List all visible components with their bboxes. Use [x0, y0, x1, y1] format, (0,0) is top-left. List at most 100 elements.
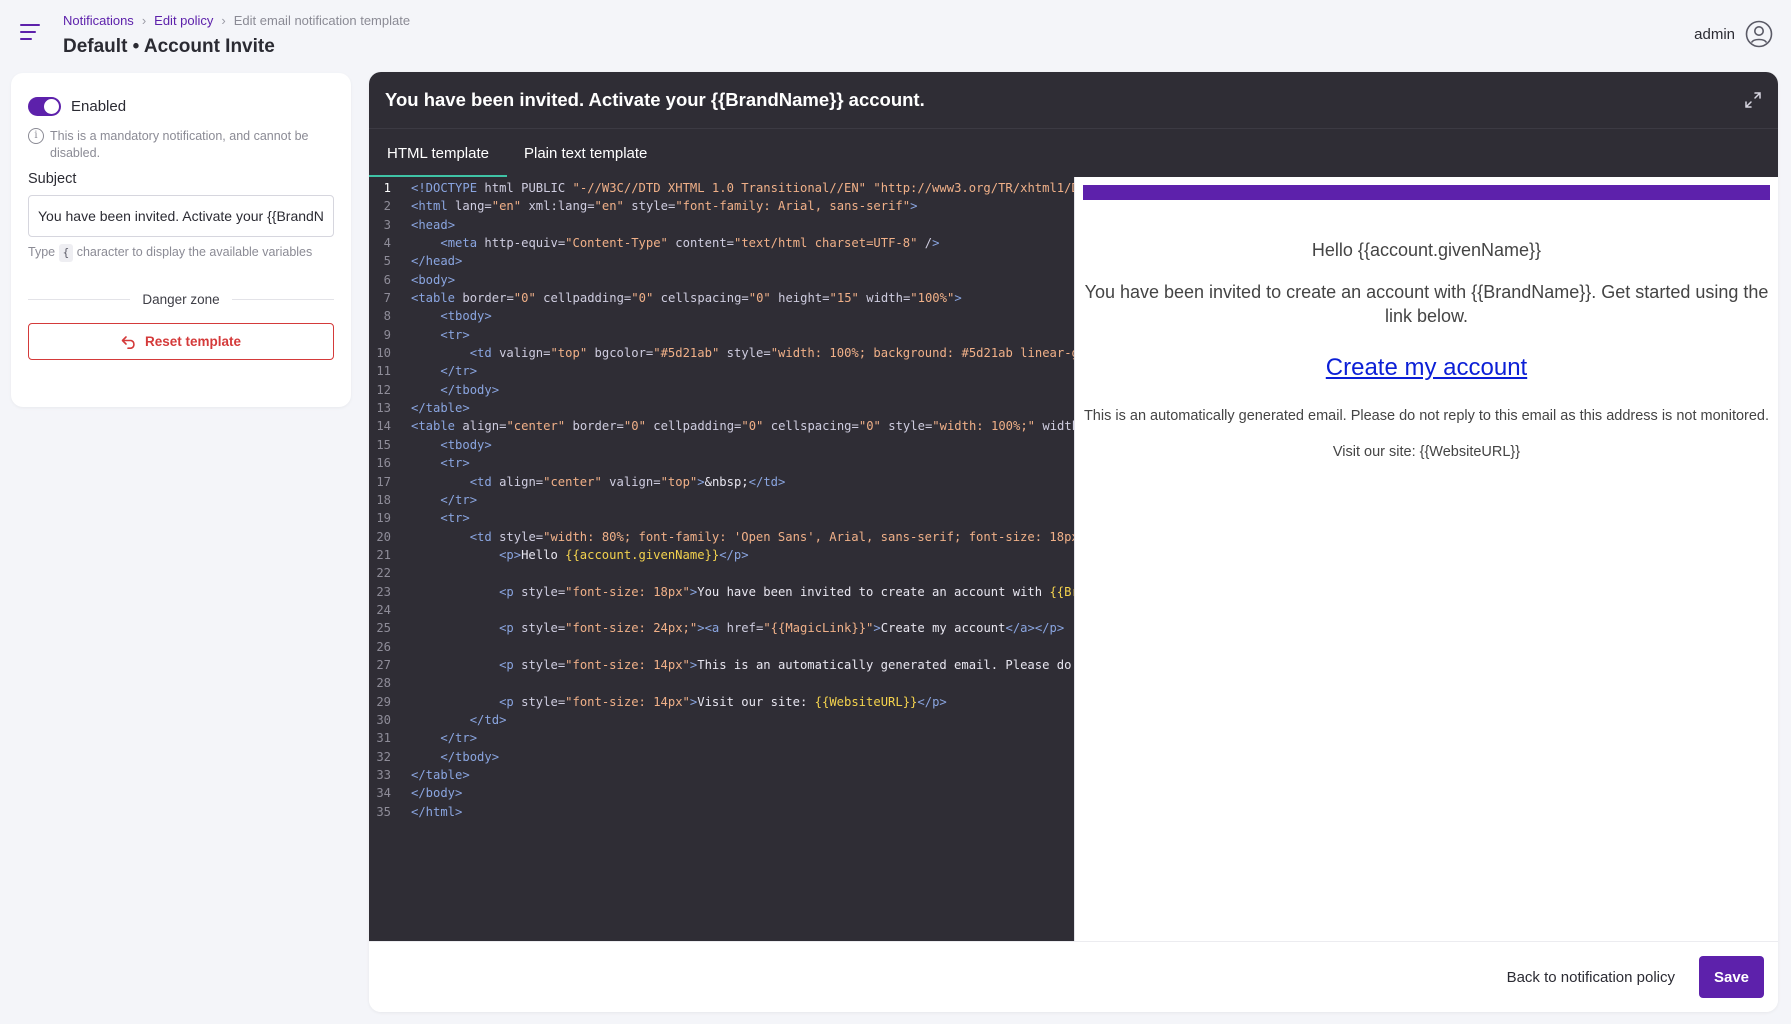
code-line[interactable]: 30 </td>	[369, 711, 1074, 729]
code-line[interactable]: 21 <p>Hello {{account.givenName}}</p>	[369, 546, 1074, 564]
code-line[interactable]: 19 <tr>	[369, 509, 1074, 527]
code-line-text: <tr>	[440, 456, 470, 471]
line-number: 12	[376, 382, 391, 397]
code-line-text: <td align="center" valign="top">&nbsp;</…	[469, 474, 786, 489]
preview-create-account-link[interactable]: Create my account	[1326, 354, 1527, 381]
code-line[interactable]: 28	[369, 674, 1074, 692]
line-number: 6	[383, 272, 391, 287]
code-line-text: <td style="width: 80%; font-family: 'Ope…	[469, 529, 1074, 544]
code-line[interactable]: 5 </head>	[369, 252, 1074, 270]
code-line[interactable]: 31 </tr>	[369, 729, 1074, 747]
tab-html-template[interactable]: HTML template	[369, 129, 507, 178]
code-line[interactable]: 9 <tr>	[369, 326, 1074, 344]
code-line[interactable]: 1 <!DOCTYPE html PUBLIC "-//W3C//DTD XHTM…	[369, 179, 1074, 197]
line-number: 34	[376, 786, 391, 801]
code-line-text: <!DOCTYPE html PUBLIC "-//W3C//DTD XHTML…	[411, 181, 1074, 195]
code-line-text: </body>	[411, 786, 463, 801]
code-line[interactable]: 2 <html lang="en" xml:lang="en" style="fo…	[369, 197, 1074, 215]
line-number: 13	[376, 401, 391, 416]
code-line[interactable]: 11 </tr>	[369, 362, 1074, 380]
code-line[interactable]: 8 <tbody>	[369, 307, 1074, 325]
line-number: 4	[383, 236, 391, 251]
code-line[interactable]: 3 <head>	[369, 216, 1074, 234]
reset-template-button[interactable]: Reset template	[28, 323, 334, 360]
enabled-toggle[interactable]	[28, 97, 61, 116]
code-line[interactable]: 10 <td valign="top" bgcolor="#5d21ab" st…	[369, 344, 1074, 362]
code-line-text: <p style="font-size: 14px">This is an au…	[499, 657, 1074, 672]
subject-label: Subject	[28, 171, 77, 187]
user-name: admin	[1694, 25, 1735, 43]
line-number: 2	[383, 199, 391, 214]
preview-body-text: You have been invited to create an accou…	[1084, 282, 1769, 326]
code-line[interactable]: 20 <td style="width: 80%; font-family: '…	[369, 528, 1074, 546]
mandatory-notice: This is a mandatory notification, and ca…	[50, 129, 309, 160]
code-line[interactable]: 23 <p style="font-size: 18px">You have b…	[369, 583, 1074, 601]
chevron-right-icon: ›	[141, 13, 147, 28]
code-line[interactable]: 29 <p style="font-size: 14px">Visit our …	[369, 693, 1074, 711]
code-line[interactable]: 12 </tbody>	[369, 381, 1074, 399]
code-line-text: <meta http-equiv="Content-Type" content=…	[440, 236, 940, 251]
code-line[interactable]: 35 </html>	[369, 803, 1074, 821]
danger-zone-divider: Danger zone	[28, 292, 334, 307]
menu-icon[interactable]	[20, 24, 42, 44]
expand-icon[interactable]	[1744, 91, 1762, 109]
code-line[interactable]: 13 </table>	[369, 399, 1074, 417]
code-line[interactable]: 16 <tr>	[369, 454, 1074, 472]
breadcrumb-edit-policy[interactable]: Edit policy	[154, 13, 213, 28]
code-editor[interactable]: 1 <!DOCTYPE html PUBLIC "-//W3C//DTD XHTM…	[369, 177, 1074, 941]
info-icon: i	[28, 128, 44, 144]
line-number: 30	[376, 712, 391, 727]
save-button[interactable]: Save	[1699, 956, 1764, 998]
code-line-text: <p style="font-size: 14px">Visit our sit…	[499, 694, 947, 709]
code-line[interactable]: 6 <body>	[369, 271, 1074, 289]
line-number: 11	[376, 364, 391, 379]
code-line[interactable]: 33 </table>	[369, 766, 1074, 784]
variables-hint: Type { character to display the availabl…	[28, 243, 334, 262]
tab-plain-text-template[interactable]: Plain text template	[507, 129, 665, 178]
code-line[interactable]: 26	[369, 638, 1074, 656]
line-number: 27	[376, 657, 391, 672]
line-number: 31	[376, 731, 391, 746]
chevron-right-icon: ›	[221, 13, 226, 28]
code-line-text: <td valign="top" bgcolor="#5d21ab" style…	[469, 346, 1074, 361]
page-title: Default • Account Invite	[63, 36, 275, 57]
code-line[interactable]: 17 <td align="center" valign="top">&nbsp…	[369, 473, 1074, 491]
line-number: 18	[376, 492, 391, 507]
line-number: 3	[383, 217, 391, 232]
code-line[interactable]: 15 <tbody>	[369, 436, 1074, 454]
breadcrumb-notifications[interactable]: Notifications	[63, 13, 134, 28]
line-number: 17	[376, 474, 391, 489]
user-avatar-icon[interactable]	[1745, 20, 1773, 48]
email-preview: Hello {{account.givenName}} You have bee…	[1074, 177, 1778, 941]
template-editor: You have been invited. Activate your {{B…	[369, 72, 1778, 1012]
code-line[interactable]: 14 <table align="center" border="0" cellp…	[369, 417, 1074, 435]
code-line[interactable]: 22	[369, 564, 1074, 582]
code-line-text: </table>	[411, 768, 470, 782]
code-line-text: <p style="font-size: 24px;"><a href="{{M…	[499, 621, 1065, 636]
editor-footer: Back to notification policy Save	[369, 941, 1778, 1012]
code-line[interactable]: 34 </body>	[369, 784, 1074, 802]
code-line[interactable]: 32 </tbody>	[369, 748, 1074, 766]
code-line[interactable]: 4 <meta http-equiv="Content-Type" conten…	[369, 234, 1074, 252]
code-line[interactable]: 7 <table border="0" cellpadding="0" cells…	[369, 289, 1074, 307]
code-line[interactable]: 27 <p style="font-size: 14px">This is an…	[369, 656, 1074, 674]
code-line[interactable]: 18 </tr>	[369, 491, 1074, 509]
back-to-policy-button[interactable]: Back to notification policy	[1507, 969, 1675, 986]
line-number: 19	[376, 511, 391, 526]
line-number: 1	[383, 181, 391, 195]
code-line[interactable]: 25 <p style="font-size: 24px;"><a href="…	[369, 619, 1074, 637]
code-line-text: <p style="font-size: 18px">You have been…	[499, 584, 1074, 599]
line-number: 23	[376, 584, 391, 599]
subject-input[interactable]	[28, 195, 334, 237]
user-menu[interactable]: admin	[1694, 20, 1773, 48]
line-number: 9	[383, 327, 391, 342]
line-number: 21	[376, 547, 391, 562]
breadcrumb-current: Edit email notification template	[233, 13, 411, 28]
code-line[interactable]: 24	[369, 601, 1074, 619]
template-title: You have been invited. Activate your {{B…	[385, 89, 925, 110]
reset-template-label: Reset template	[144, 334, 242, 349]
